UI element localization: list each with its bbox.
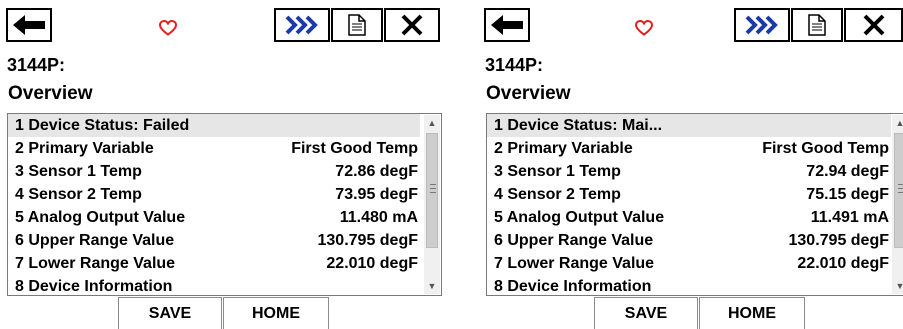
menu-item-device-information[interactable]: 8 Device Information bbox=[8, 275, 420, 295]
menu-item-label: 5 Analog Output Value bbox=[494, 209, 665, 226]
menu-item-value: 22.010 degF bbox=[797, 255, 889, 272]
menu-item-lower-range-value[interactable]: 7 Lower Range Value 22.010 degF bbox=[487, 252, 891, 275]
menu-item-device-information[interactable]: 8 Device Information bbox=[487, 275, 891, 295]
menu-item-device-status[interactable]: 1 Device Status: Mai... bbox=[487, 114, 891, 137]
menu-item-sensor-2-temp[interactable]: 4 Sensor 2 Temp 75.15 degF bbox=[487, 183, 891, 206]
fast-forward-icon bbox=[285, 15, 318, 35]
menu-item-value bbox=[889, 114, 891, 137]
menu-item-label: 3 Sensor 1 Temp bbox=[15, 163, 142, 180]
menu-rows: 1 Device Status: Mai... 2 Primary Variab… bbox=[487, 114, 891, 295]
menu-item-analog-output-value[interactable]: 5 Analog Output Value 11.480 mA bbox=[8, 206, 420, 229]
scroll-up-icon[interactable]: ▲ bbox=[424, 115, 440, 131]
menu-item-value: First Good Temp bbox=[291, 140, 418, 157]
menu-item-label: 3 Sensor 1 Temp bbox=[494, 163, 621, 180]
menu-item-label: 4 Sensor 2 Temp bbox=[15, 186, 142, 203]
close-icon bbox=[401, 14, 423, 36]
menu-item-label: 7 Lower Range Value bbox=[494, 255, 655, 272]
menu-item-value: 11.480 mA bbox=[339, 209, 418, 226]
menu-item-value bbox=[418, 114, 420, 137]
hotkey-button[interactable] bbox=[734, 8, 790, 42]
device-screen-left: 3144P: Overview 1 Device Status: Failed … bbox=[0, 0, 443, 329]
menu-item-value: 75.15 degF bbox=[806, 186, 889, 203]
close-button[interactable] bbox=[844, 8, 903, 42]
menu-item-label: 6 Upper Range Value bbox=[15, 232, 175, 249]
menu-item-value: 72.94 degF bbox=[806, 163, 889, 180]
menu-item-label: 1 Device Status: Mai... bbox=[494, 117, 663, 134]
menu-item-label: 2 Primary Variable bbox=[15, 140, 154, 157]
menu-item-value: 130.795 degF bbox=[788, 232, 890, 249]
close-icon bbox=[863, 14, 884, 36]
menu-item-analog-output-value[interactable]: 5 Analog Output Value 11.491 mA bbox=[487, 206, 891, 229]
document-icon bbox=[348, 14, 366, 36]
menu-item-primary-variable[interactable]: 2 Primary Variable First Good Temp bbox=[487, 137, 891, 160]
hotkey-button[interactable] bbox=[274, 8, 330, 42]
left-arrow-icon bbox=[491, 15, 523, 35]
menu-item-sensor-2-temp[interactable]: 4 Sensor 2 Temp 73.95 degF bbox=[8, 183, 420, 206]
menu-item-value: First Good Temp bbox=[762, 140, 889, 157]
menu-item-upper-range-value[interactable]: 6 Upper Range Value 130.795 degF bbox=[487, 229, 891, 252]
menu-item-label: 4 Sensor 2 Temp bbox=[494, 186, 621, 203]
vertical-scrollbar[interactable]: ▲ ▼ bbox=[424, 115, 440, 294]
document-icon bbox=[808, 14, 826, 36]
home-button[interactable]: HOME bbox=[223, 297, 329, 329]
home-button[interactable]: HOME bbox=[699, 297, 805, 329]
fast-forward-icon bbox=[745, 15, 778, 35]
menu-item-sensor-1-temp[interactable]: 3 Sensor 1 Temp 72.94 degF bbox=[487, 160, 891, 183]
scroll-down-icon[interactable]: ▼ bbox=[424, 278, 440, 294]
menu-item-primary-variable[interactable]: 2 Primary Variable First Good Temp bbox=[8, 137, 420, 160]
menu-item-value: 72.86 degF bbox=[335, 163, 418, 180]
menu-item-value bbox=[889, 275, 891, 295]
left-arrow-icon bbox=[13, 15, 45, 35]
heart-icon[interactable] bbox=[159, 20, 177, 36]
save-button[interactable]: SAVE bbox=[118, 297, 222, 329]
document-button[interactable] bbox=[331, 8, 383, 42]
menu-item-value: 73.95 degF bbox=[335, 186, 418, 203]
menu-item-label: 1 Device Status: Failed bbox=[15, 117, 190, 134]
save-button[interactable]: SAVE bbox=[594, 297, 698, 329]
menu-item-sensor-1-temp[interactable]: 3 Sensor 1 Temp 72.86 degF bbox=[8, 160, 420, 183]
heart-icon[interactable] bbox=[635, 20, 653, 36]
scroll-up-icon[interactable]: ▲ bbox=[892, 115, 903, 131]
device-tag: 3144P: bbox=[7, 55, 66, 75]
scroll-down-icon[interactable]: ▼ bbox=[892, 278, 903, 294]
grip-icon bbox=[430, 184, 436, 193]
close-button[interactable] bbox=[384, 8, 440, 42]
menu-title: Overview bbox=[8, 83, 93, 104]
menu-item-label: 8 Device Information bbox=[15, 278, 173, 295]
menu-item-label: 2 Primary Variable bbox=[494, 140, 633, 157]
back-button[interactable] bbox=[484, 8, 530, 42]
menu-item-label: 6 Upper Range Value bbox=[494, 232, 654, 249]
menu-item-label: 5 Analog Output Value bbox=[15, 209, 186, 226]
menu-list: 1 Device Status: Failed 2 Primary Variab… bbox=[7, 113, 442, 296]
menu-item-device-status[interactable]: 1 Device Status: Failed bbox=[8, 114, 420, 137]
vertical-scrollbar[interactable]: ▲ ▼ bbox=[892, 115, 903, 294]
menu-item-value: 22.010 degF bbox=[326, 255, 418, 272]
device-tag: 3144P: bbox=[485, 55, 544, 75]
menu-item-value bbox=[418, 275, 420, 295]
menu-item-value: 130.795 degF bbox=[317, 232, 419, 249]
menu-list: 1 Device Status: Mai... 2 Primary Variab… bbox=[486, 113, 903, 296]
menu-title: Overview bbox=[486, 83, 571, 104]
device-screen-right: 3144P: Overview 1 Device Status: Mai... … bbox=[478, 0, 903, 329]
menu-item-label: 7 Lower Range Value bbox=[15, 255, 176, 272]
menu-item-upper-range-value[interactable]: 6 Upper Range Value 130.795 degF bbox=[8, 229, 420, 252]
menu-item-value: 11.491 mA bbox=[810, 209, 889, 226]
back-button[interactable] bbox=[6, 8, 52, 42]
menu-rows: 1 Device Status: Failed 2 Primary Variab… bbox=[8, 114, 420, 295]
menu-item-lower-range-value[interactable]: 7 Lower Range Value 22.010 degF bbox=[8, 252, 420, 275]
scrollbar-thumb[interactable] bbox=[894, 133, 903, 248]
document-button[interactable] bbox=[791, 8, 843, 42]
scrollbar-thumb[interactable] bbox=[426, 133, 438, 248]
menu-item-label: 8 Device Information bbox=[494, 278, 652, 295]
grip-icon bbox=[898, 184, 903, 193]
